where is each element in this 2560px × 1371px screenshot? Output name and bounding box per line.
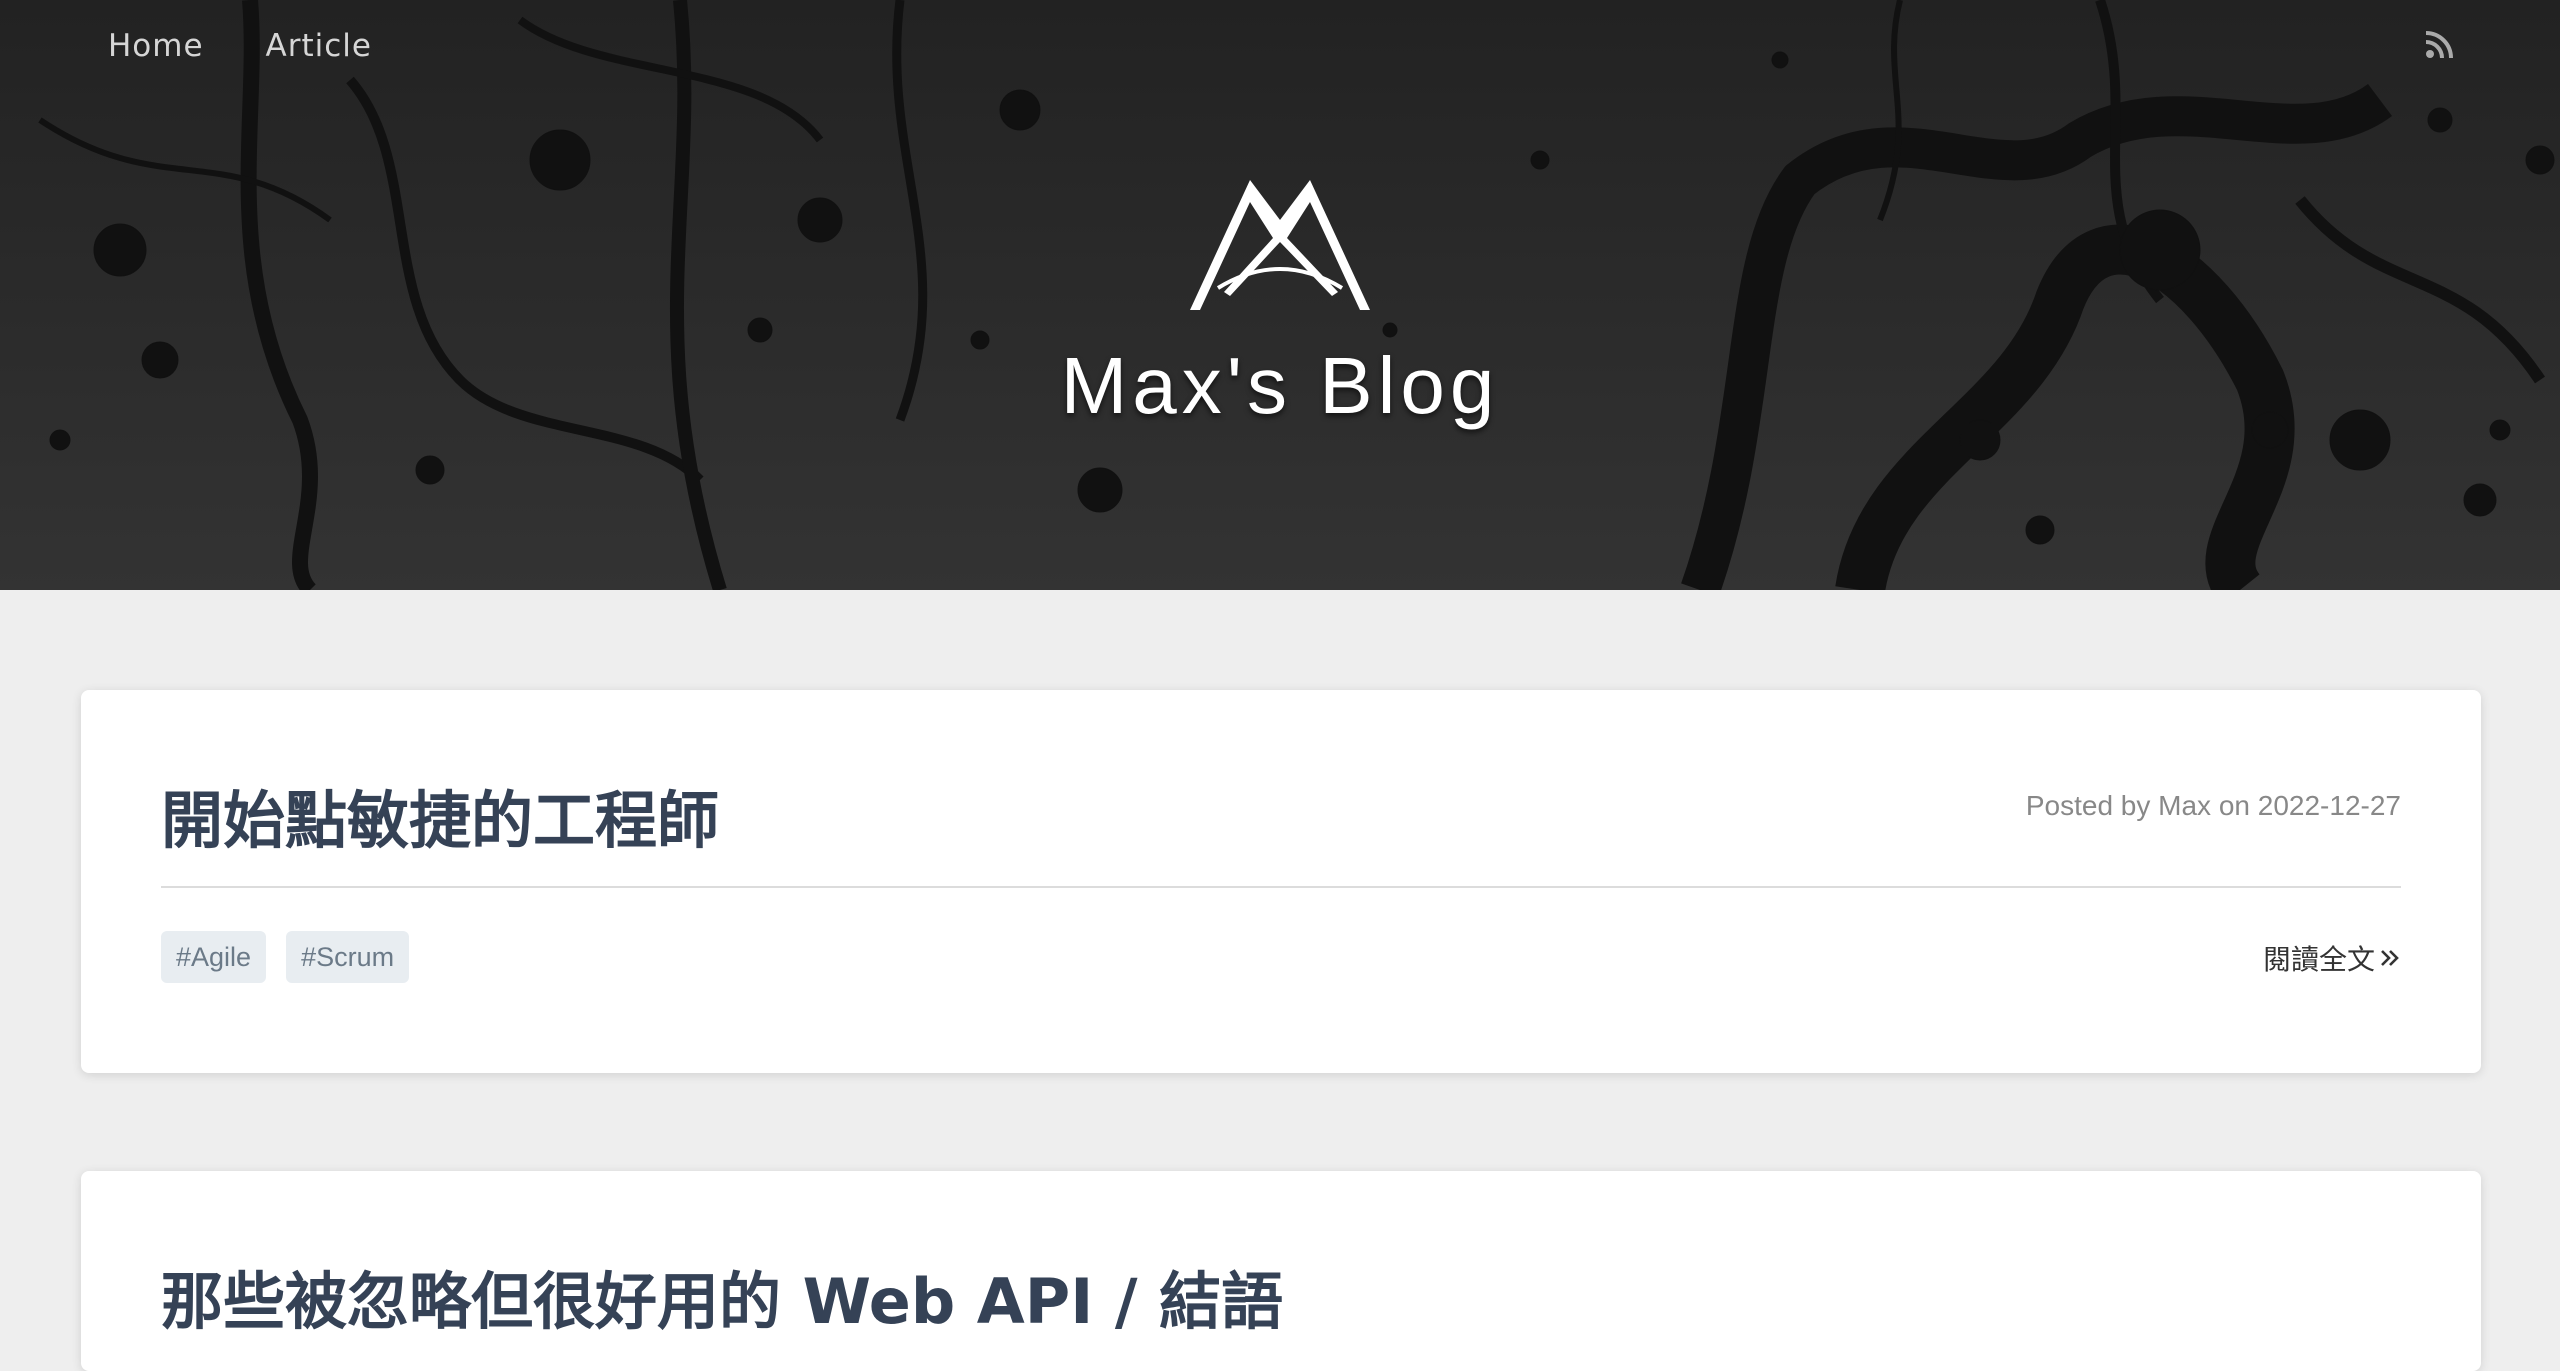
- tag-scrum[interactable]: #Scrum: [286, 931, 410, 983]
- nav-home-link[interactable]: Home: [108, 28, 204, 64]
- read-more-label: 閱讀全文: [2262, 943, 2375, 976]
- rss-icon[interactable]: [2424, 30, 2454, 60]
- tag-agile[interactable]: #Agile: [161, 931, 267, 983]
- post-title[interactable]: 開始點敏捷的工程師: [161, 770, 719, 860]
- post-card: 開始點敏捷的工程師 Posted by Max on 2022-12-27 #A…: [81, 690, 2481, 1073]
- mountain-logo-icon: [1190, 180, 1370, 310]
- post-card: 那些被忽略但很好用的 Web API / 結語: [81, 1171, 2481, 1371]
- post-meta: Posted by Max on 2022-12-27: [2025, 790, 2401, 821]
- tag-list: #Agile #Scrum: [161, 931, 410, 983]
- read-more-link[interactable]: 閱讀全文: [2263, 938, 2401, 978]
- double-chevron-right-icon: [2381, 950, 2399, 966]
- post-title[interactable]: 那些被忽略但很好用的 Web API / 結語: [161, 1251, 1283, 1341]
- site-title: Max's Blog: [1060, 341, 1500, 430]
- hero-header: Home Article Max's Blog: [0, 0, 2560, 590]
- nav-article-link[interactable]: Article: [266, 28, 372, 64]
- divider: [161, 886, 2401, 888]
- top-nav: Home Article: [108, 28, 372, 64]
